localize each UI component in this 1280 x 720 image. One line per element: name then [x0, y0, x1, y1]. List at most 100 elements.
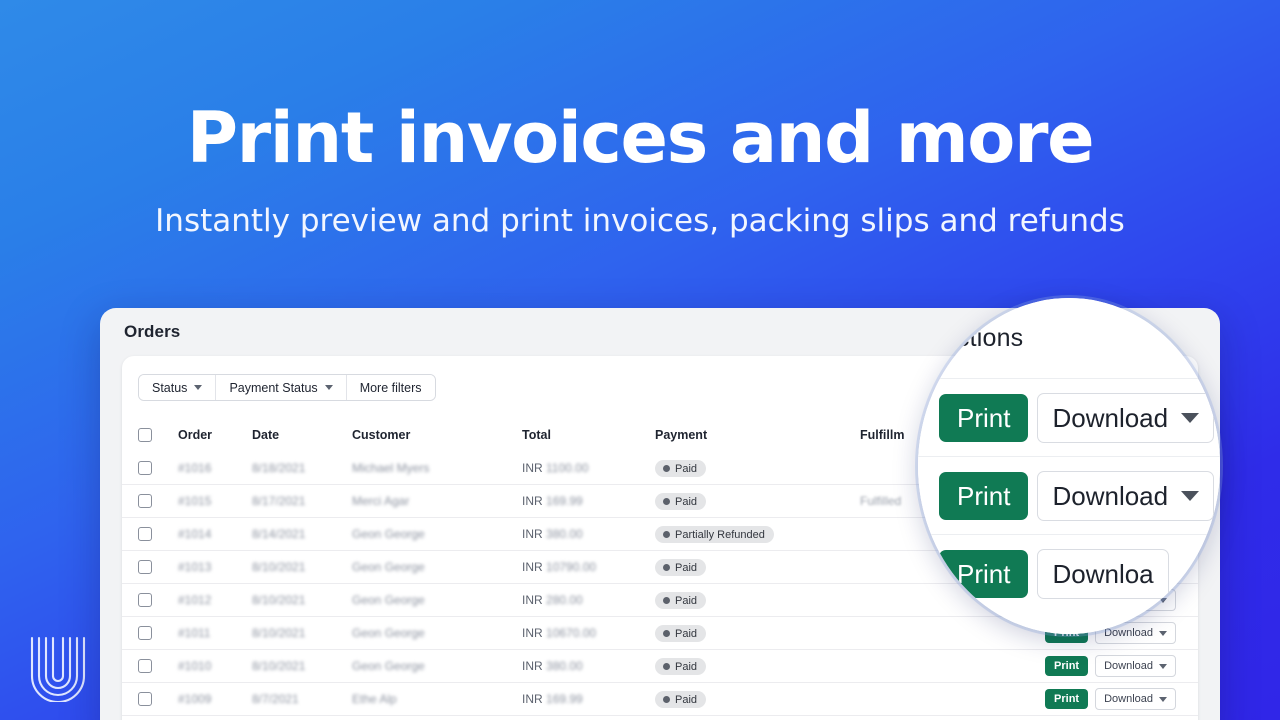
- cell-order: #1014: [178, 527, 252, 541]
- status-badge-label: Paid: [675, 628, 697, 640]
- row-checkbox[interactable]: [138, 626, 152, 640]
- table-row[interactable]: #10098/7/2021Ethe AlpINR 169.99PaidPrint…: [122, 683, 1198, 716]
- select-all-checkbox[interactable]: [138, 428, 152, 442]
- cell-currency: INR: [522, 494, 543, 508]
- print-button[interactable]: Print: [1045, 656, 1088, 676]
- column-header-total: Total: [522, 428, 655, 442]
- hero-section: Print invoices and more Instantly previe…: [0, 0, 1280, 240]
- download-label: Download: [1104, 659, 1153, 673]
- cell-amount: 380.00: [546, 659, 583, 673]
- cell-amount: 169.99: [546, 494, 583, 508]
- magnifier-actions-title: Actions: [940, 324, 1023, 353]
- cell-currency: INR: [522, 692, 543, 706]
- status-badge: Paid: [655, 691, 706, 708]
- row-checkbox[interactable]: [138, 593, 152, 607]
- cell-customer: Ethe Alp: [352, 692, 522, 706]
- cell-payment: Paid: [655, 558, 860, 576]
- status-badge: Partially Refunded: [655, 526, 774, 543]
- status-badge-label: Partially Refunded: [675, 529, 765, 541]
- cell-customer: Geon George: [352, 659, 522, 673]
- status-dot-icon: [663, 696, 670, 703]
- status-dot-icon: [663, 498, 670, 505]
- cell-amount: 10790.00: [546, 560, 596, 574]
- cell-payment: Paid: [655, 591, 860, 609]
- status-dot-icon: [663, 564, 670, 571]
- filter-status[interactable]: Status: [139, 375, 216, 400]
- cell-currency: INR: [522, 527, 543, 541]
- cell-date: 8/10/2021: [252, 560, 352, 574]
- status-badge: Paid: [655, 559, 706, 576]
- column-header-payment: Payment: [655, 428, 860, 442]
- download-label: Downloa: [1052, 558, 1153, 590]
- cell-date: 8/14/2021: [252, 527, 352, 541]
- status-dot-icon: [663, 531, 670, 538]
- column-header-order: Order: [178, 428, 252, 442]
- row-checkbox[interactable]: [138, 692, 152, 706]
- download-dropdown[interactable]: Downloa: [1037, 549, 1168, 599]
- chevron-down-icon: [1181, 413, 1199, 423]
- row-checkbox[interactable]: [138, 494, 152, 508]
- status-badge-label: Paid: [675, 694, 697, 706]
- download-dropdown[interactable]: Download: [1095, 688, 1176, 710]
- column-header-customer: Customer: [352, 428, 522, 442]
- print-button[interactable]: Print: [939, 550, 1028, 598]
- row-checkbox[interactable]: [138, 659, 152, 673]
- cell-customer: Geon George: [352, 527, 522, 541]
- cell-order: #1012: [178, 593, 252, 607]
- status-badge-label: Paid: [675, 595, 697, 607]
- nested-u-logo-icon: [28, 636, 88, 702]
- cell-currency: INR: [522, 461, 543, 475]
- magnifier-lens: Actions Print Download Print Download Pr…: [918, 298, 1220, 634]
- magnified-action-row: Print Download: [918, 456, 1220, 534]
- cell-date: 8/10/2021: [252, 626, 352, 640]
- status-badge: Paid: [655, 625, 706, 642]
- row-checkbox[interactable]: [138, 461, 152, 475]
- print-button[interactable]: Print: [939, 472, 1028, 520]
- magnified-action-row: Print Downloa: [918, 534, 1220, 612]
- table-row[interactable]: #10108/10/2021Geon GeorgeINR 380.00PaidP…: [122, 650, 1198, 683]
- cell-total: INR 1100.00: [522, 461, 655, 475]
- filter-more-filters[interactable]: More filters: [347, 375, 435, 400]
- chevron-down-icon: [325, 385, 333, 390]
- status-badge: Paid: [655, 592, 706, 609]
- cell-payment: Paid: [655, 459, 860, 477]
- promo-banner: Print invoices and more Instantly previe…: [0, 0, 1280, 720]
- cell-currency: INR: [522, 659, 543, 673]
- filter-payment-status[interactable]: Payment Status: [216, 375, 346, 400]
- row-checkbox[interactable]: [138, 527, 152, 541]
- cell-currency: INR: [522, 626, 543, 640]
- download-dropdown[interactable]: Download: [1095, 655, 1176, 677]
- dashboard-title: Orders: [124, 322, 180, 342]
- filter-status-label: Status: [152, 381, 187, 395]
- cell-amount: 380.00: [546, 527, 583, 541]
- status-badge-label: Paid: [675, 463, 697, 475]
- cell-payment: Paid: [655, 492, 860, 510]
- chevron-down-icon: [194, 385, 202, 390]
- row-checkbox[interactable]: [138, 560, 152, 574]
- download-label: Download: [1104, 692, 1153, 706]
- download-label: Download: [1052, 402, 1168, 434]
- status-dot-icon: [663, 663, 670, 670]
- download-dropdown[interactable]: Download: [1037, 393, 1214, 443]
- cell-order: #1013: [178, 560, 252, 574]
- cell-actions: Print Download: [980, 688, 1198, 710]
- print-button[interactable]: Print: [939, 394, 1028, 442]
- status-dot-icon: [663, 597, 670, 604]
- status-dot-icon: [663, 465, 670, 472]
- cell-currency: INR: [522, 560, 543, 574]
- status-badge: Paid: [655, 460, 706, 477]
- cell-customer: Merci Agar: [352, 494, 522, 508]
- cell-amount: 280.00: [546, 593, 583, 607]
- download-label: Download: [1052, 480, 1168, 512]
- cell-total: INR 280.00: [522, 593, 655, 607]
- print-button[interactable]: Print: [1045, 689, 1088, 709]
- cell-order: #1015: [178, 494, 252, 508]
- cell-date: 8/17/2021: [252, 494, 352, 508]
- download-dropdown[interactable]: Download: [1037, 471, 1214, 521]
- cell-order: #1009: [178, 692, 252, 706]
- filter-payment-status-label: Payment Status: [229, 381, 317, 395]
- cell-total: INR 10790.00: [522, 560, 655, 574]
- chevron-down-icon: [1181, 491, 1199, 501]
- chevron-down-icon: [1159, 664, 1167, 669]
- cell-order: #1016: [178, 461, 252, 475]
